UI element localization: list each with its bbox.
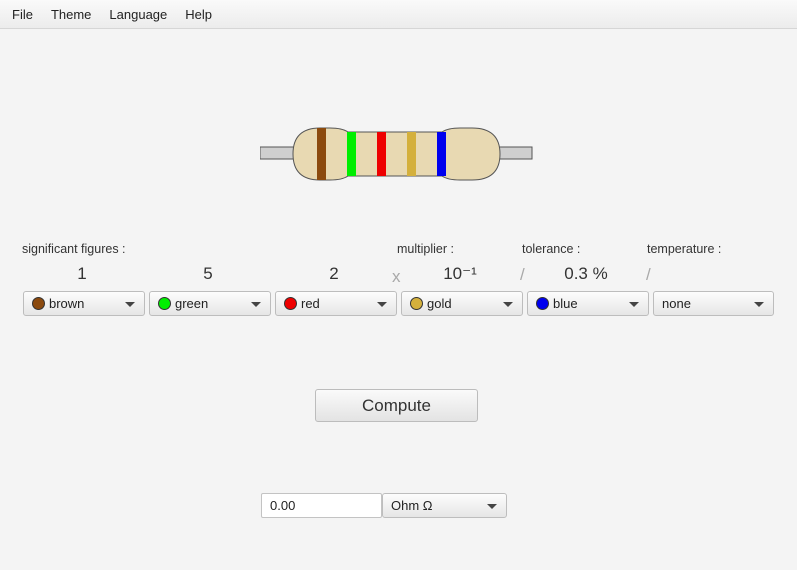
menu-help[interactable]: Help — [176, 7, 221, 22]
slash-separator: / — [646, 265, 651, 284]
tolerance-label: tolerance : — [522, 242, 581, 256]
color-swatch-icon — [410, 297, 423, 310]
band-1-select-value: brown — [49, 296, 85, 311]
multiplier-select[interactable]: gold — [401, 291, 523, 316]
band-2-select-value: green — [175, 296, 209, 311]
resistor-band-4 — [407, 132, 416, 176]
multiplier-value: 10⁻¹ — [443, 264, 477, 283]
resistor-band-2 — [347, 132, 356, 176]
multiplier-select-value: gold — [427, 296, 452, 311]
tolerance-select[interactable]: blue — [527, 291, 649, 316]
menu-bar: File Theme Language Help — [0, 0, 797, 29]
result-value-field[interactable]: 0.00 — [261, 493, 382, 518]
unit-select[interactable]: Ohm Ω — [382, 493, 507, 518]
dropdown-arrow-icon — [629, 302, 639, 307]
unit-select-value: Ohm Ω — [391, 498, 433, 513]
color-swatch-icon — [32, 297, 45, 310]
resistor-band-1 — [317, 128, 326, 180]
tolerance-value: 0.3 % — [564, 264, 608, 283]
dropdown-arrow-icon — [487, 504, 497, 509]
digit-3-value: 2 — [329, 264, 339, 283]
dropdown-arrow-icon — [251, 302, 261, 307]
multiplier-label: multiplier : — [397, 242, 454, 256]
digit-1-value: 1 — [77, 264, 87, 283]
menu-theme[interactable]: Theme — [42, 7, 100, 22]
temperature-label: temperature : — [647, 242, 722, 256]
color-swatch-icon — [536, 297, 549, 310]
compute-button[interactable]: Compute — [315, 389, 478, 422]
dropdown-arrow-icon — [125, 302, 135, 307]
tolerance-select-value: blue — [553, 296, 578, 311]
temperature-select[interactable]: none — [653, 291, 774, 316]
digit-2-value: 5 — [203, 264, 213, 283]
band-3-select-value: red — [301, 296, 320, 311]
dropdown-arrow-icon — [503, 302, 513, 307]
significant-figures-label: significant figures : — [22, 242, 126, 256]
resistor-lead-left — [260, 146, 295, 160]
band-3-select[interactable]: red — [275, 291, 397, 316]
menu-file[interactable]: File — [3, 7, 42, 22]
resistor-band-5 — [437, 132, 446, 176]
temperature-select-value: none — [662, 296, 691, 311]
color-swatch-icon — [158, 297, 171, 310]
resistor-band-3 — [377, 132, 386, 176]
band-1-select[interactable]: brown — [23, 291, 145, 316]
band-2-select[interactable]: green — [149, 291, 271, 316]
color-swatch-icon — [284, 297, 297, 310]
menu-language[interactable]: Language — [100, 7, 176, 22]
dropdown-arrow-icon — [754, 302, 764, 307]
resistor-lead-right — [497, 146, 533, 160]
resistor-illustration — [260, 127, 533, 181]
dropdown-arrow-icon — [377, 302, 387, 307]
